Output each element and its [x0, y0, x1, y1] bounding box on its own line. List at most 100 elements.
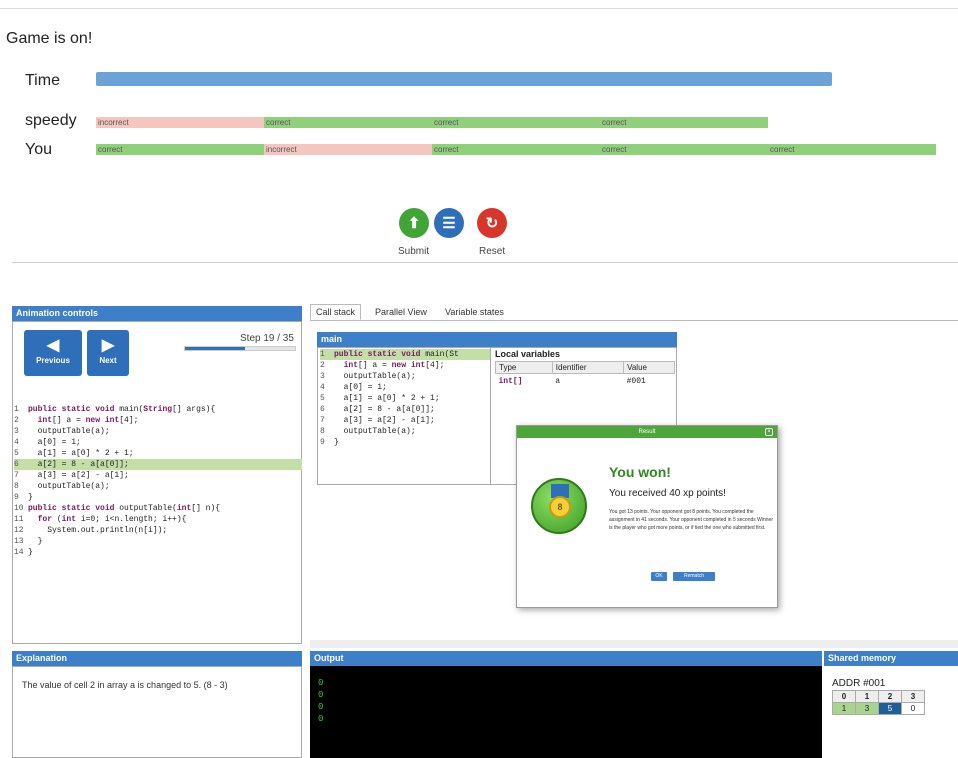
col-type: Type [495, 361, 553, 374]
output-header: Output [310, 651, 822, 666]
previous-label: Previous [36, 356, 70, 365]
game-status: Game is on! [6, 30, 93, 47]
output-line: 0 [318, 702, 324, 712]
result-dialog: Result × 8 You won! You received 40 xp p… [516, 425, 778, 608]
var-type: int[] [498, 377, 523, 386]
dialog-heading: You won! [609, 464, 671, 480]
memory-cell: 1 [832, 702, 856, 715]
code-line: 5 a[1] = a[0] * 2 + 1; [14, 449, 134, 458]
next-icon: ▶ [101, 337, 115, 354]
time-label: Time [25, 72, 60, 89]
next-label: Next [99, 356, 117, 365]
previous-button[interactable]: ◀ Previous [24, 330, 82, 376]
explanation-text: The value of cell 2 in array a is change… [22, 680, 228, 690]
memory-index: 0 [832, 690, 856, 703]
output-line: 0 [318, 690, 324, 700]
code-line: 8 outputTable(a); [320, 427, 416, 436]
ok-button[interactable]: OK [651, 572, 667, 581]
previous-icon: ◀ [46, 337, 60, 354]
dialog-title-bar: Result × [517, 426, 777, 438]
result-segment-incorrect: incorrect [264, 144, 432, 155]
code-line: 2 int[] a = new int[4]; [14, 416, 139, 425]
code-line: 1 public static void main(String[] args){ [14, 405, 216, 414]
memory-table: 01231350 [832, 690, 925, 715]
code-line: 8 outputTable(a); [14, 482, 110, 491]
time-bar [96, 72, 832, 86]
dialog-body: You got 13 points. Your opponent got 8 p… [609, 509, 773, 531]
memory-cell: 5 [878, 702, 902, 715]
frame-header: main [317, 332, 677, 347]
code-line: 1 public static void main(St [320, 349, 490, 360]
code-line: 4 a[0] = 1; [320, 383, 387, 392]
dialog-subheading: You received 40 xp points! [609, 488, 726, 499]
code-line: 13 } [14, 537, 43, 546]
reset-icon: ↻ [485, 215, 499, 232]
frame-split [490, 347, 491, 485]
opponent-results-track: incorrect correct correct correct [96, 117, 768, 128]
you-label: You [25, 141, 52, 158]
code-line: 12 System.out.println(n[i]); [14, 526, 168, 535]
opponent-label: speedy [25, 112, 77, 129]
tab-call-stack[interactable]: Call stack [310, 304, 362, 320]
var-value: #001 [626, 377, 646, 386]
tab-divider [310, 320, 958, 321]
memory-cell: 3 [855, 702, 879, 715]
explanation-header: Explanation [12, 651, 302, 666]
result-segment-incorrect: incorrect [96, 117, 264, 128]
close-icon[interactable]: × [765, 428, 773, 436]
dialog-title: Result [638, 429, 656, 435]
code-line: 3 outputTable(a); [14, 427, 110, 436]
reset-label: Reset [479, 246, 506, 257]
next-button[interactable]: ▶ Next [87, 330, 129, 376]
code-line: 4 a[0] = 1; [14, 438, 81, 447]
submit-label: Submit [398, 246, 430, 257]
code-line: 10 public static void outputTable(int[] n… [14, 504, 221, 513]
code-line: 7 a[3] = a[2] - a[1]; [320, 416, 435, 425]
you-results-track: correct incorrect correct correct correct [96, 144, 936, 155]
memory-index: 2 [878, 690, 902, 703]
result-segment-correct: correct [96, 144, 264, 155]
list-icon: ☰ [442, 215, 456, 232]
splitter[interactable] [310, 640, 958, 648]
reset-button[interactable]: ↻ [477, 208, 507, 238]
code-line: 6 a[2] = 8 - a[a[0]]; [14, 459, 302, 470]
var-identifier: a [555, 377, 561, 386]
result-segment-correct: correct [432, 117, 600, 128]
tab-parallel-view[interactable]: Parallel View [375, 307, 427, 317]
section-divider [12, 262, 958, 263]
col-identifier: Identifier [551, 361, 625, 374]
code-line: 9} [14, 493, 33, 502]
result-segment-correct: correct [768, 144, 936, 155]
tab-variable-states[interactable]: Variable states [445, 307, 504, 317]
memory-index: 1 [855, 690, 879, 703]
code-line: 5 a[1] = a[0] * 2 + 1; [320, 394, 440, 403]
submit-button[interactable]: ⬆ [399, 208, 429, 238]
step-progress-bar[interactable] [184, 346, 296, 351]
memory-cell: 0 [901, 702, 925, 715]
table-row: int[] a #001 [496, 374, 675, 390]
memory-address: ADDR #001 [832, 678, 886, 689]
shared-memory-header: Shared memory [824, 651, 958, 666]
frame-code: 1 public static void main(St 2 int[] a = n… [320, 349, 490, 448]
code-line: 3 outputTable(a); [320, 372, 416, 381]
col-value: Value [623, 361, 675, 374]
code-line: 11 for (int i=0; i<n.length; i++){ [14, 515, 187, 524]
medal-coin: 8 [549, 496, 571, 518]
code-line: 14} [14, 548, 33, 557]
code-line: 2 int[] a = new int[4]; [320, 361, 445, 370]
upload-arrow-icon: ⬆ [407, 215, 421, 232]
memory-index: 3 [901, 690, 925, 703]
step-progress-fill [185, 347, 245, 350]
code-line: 7 a[3] = a[2] - a[1]; [14, 471, 129, 480]
result-segment-correct: correct [600, 144, 768, 155]
step-counter: Step 19 / 35 [240, 333, 294, 344]
local-variables-table: Type Identifier Value int[] a #001 [495, 361, 675, 389]
code-line: 6 a[2] = 8 - a[a[0]]; [320, 405, 435, 414]
output-line: 0 [318, 714, 324, 724]
list-button[interactable]: ☰ [434, 208, 464, 238]
medal-icon: 8 [531, 478, 587, 534]
local-variables-title: Local variables [495, 349, 561, 359]
top-divider [0, 8, 958, 9]
result-segment-correct: correct [432, 144, 600, 155]
rematch-button[interactable]: Rematch [673, 572, 715, 581]
